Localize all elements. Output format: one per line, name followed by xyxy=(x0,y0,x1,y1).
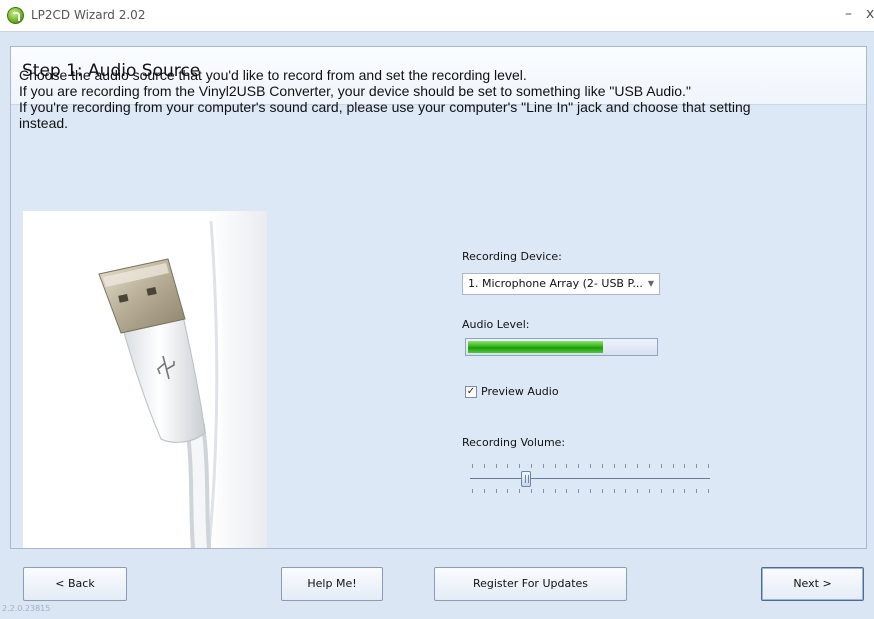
slider-tick xyxy=(472,464,473,468)
slider-tick xyxy=(472,489,473,493)
slider-tick xyxy=(483,464,485,468)
version-label: 2.2.0.23815 xyxy=(2,604,51,613)
slider-tick xyxy=(590,464,591,468)
slider-tick xyxy=(649,489,650,493)
slider-tick xyxy=(495,489,497,493)
slider-tick xyxy=(601,489,603,493)
instructions: Choose the audio source that you'd like … xyxy=(19,67,854,131)
next-button[interactable]: Next > xyxy=(761,567,864,601)
preview-audio-label[interactable]: Preview Audio xyxy=(481,385,559,398)
audio-level-meter xyxy=(465,338,658,356)
slider-tick xyxy=(672,489,674,493)
recording-volume-slider[interactable] xyxy=(470,464,710,494)
instruction-line: If you are recording from the Vinyl2USB … xyxy=(19,83,691,99)
slider-tick xyxy=(542,489,544,493)
slider-tick xyxy=(625,489,627,493)
back-button[interactable]: < Back xyxy=(23,567,127,601)
slider-tick xyxy=(578,464,580,468)
slider-tick xyxy=(696,489,698,493)
slider-tick xyxy=(672,464,674,468)
slider-tick xyxy=(625,464,627,468)
title-bar: LP2CD Wizard 2.02 – x xyxy=(0,0,874,32)
slider-tick xyxy=(708,489,709,493)
slider-tick xyxy=(531,489,532,493)
slider-tick xyxy=(507,464,509,468)
instruction-line: Choose the audio source that you'd like … xyxy=(19,67,527,83)
slider-track xyxy=(470,478,710,479)
usb-cable-image xyxy=(23,211,267,548)
register-for-updates-button[interactable]: Register For Updates xyxy=(434,567,627,601)
slider-tick xyxy=(495,464,497,468)
recording-device-dropdown[interactable]: 1. Microphone Array (2- USB P... ▼ xyxy=(462,273,660,295)
slider-tick xyxy=(684,464,686,468)
slider-tick xyxy=(613,464,615,468)
slider-tick xyxy=(613,489,615,493)
lp2cd-app-icon xyxy=(7,7,24,24)
slider-tick xyxy=(601,464,603,468)
slider-tick xyxy=(542,464,544,468)
slider-tick xyxy=(507,489,509,493)
slider-tick xyxy=(637,464,639,468)
close-button[interactable]: x xyxy=(866,6,874,22)
slider-tick xyxy=(684,489,686,493)
slider-tick xyxy=(660,464,662,468)
slider-tick xyxy=(483,489,485,493)
slider-tick xyxy=(637,489,639,493)
audio-level-fill xyxy=(468,341,603,353)
slider-tick xyxy=(708,464,709,468)
slider-tick xyxy=(566,489,568,493)
usb-plug-icon xyxy=(98,211,267,548)
slider-tick xyxy=(590,489,591,493)
recording-device-value: 1. Microphone Array (2- USB P... xyxy=(468,277,643,290)
slider-tick xyxy=(696,464,698,468)
instruction-line: instead. xyxy=(19,115,69,131)
audio-level-label: Audio Level: xyxy=(462,318,530,331)
chevron-down-icon: ▼ xyxy=(647,279,654,288)
slider-tick xyxy=(660,489,662,493)
slider-tick xyxy=(649,464,650,468)
slider-tick xyxy=(566,464,568,468)
slider-tick xyxy=(519,464,521,468)
slider-tick xyxy=(554,489,556,493)
slider-tick xyxy=(578,489,580,493)
preview-audio-checkbox[interactable]: ✓ xyxy=(465,386,477,398)
help-button[interactable]: Help Me! xyxy=(281,567,383,601)
slider-ticks-bottom xyxy=(470,489,710,494)
checkmark-icon: ✓ xyxy=(466,386,476,397)
slider-tick xyxy=(554,464,556,468)
recording-volume-label: Recording Volume: xyxy=(462,436,566,449)
instruction-line: If you're recording from your computer's… xyxy=(19,99,751,115)
minimize-button[interactable]: – xyxy=(845,6,852,22)
slider-tick xyxy=(531,464,532,468)
slider-thumb[interactable] xyxy=(521,471,532,487)
window-title: LP2CD Wizard 2.02 xyxy=(31,8,146,22)
recording-device-label: Recording Device: xyxy=(462,250,562,263)
slider-ticks-top xyxy=(470,464,710,469)
slider-tick xyxy=(519,489,521,493)
